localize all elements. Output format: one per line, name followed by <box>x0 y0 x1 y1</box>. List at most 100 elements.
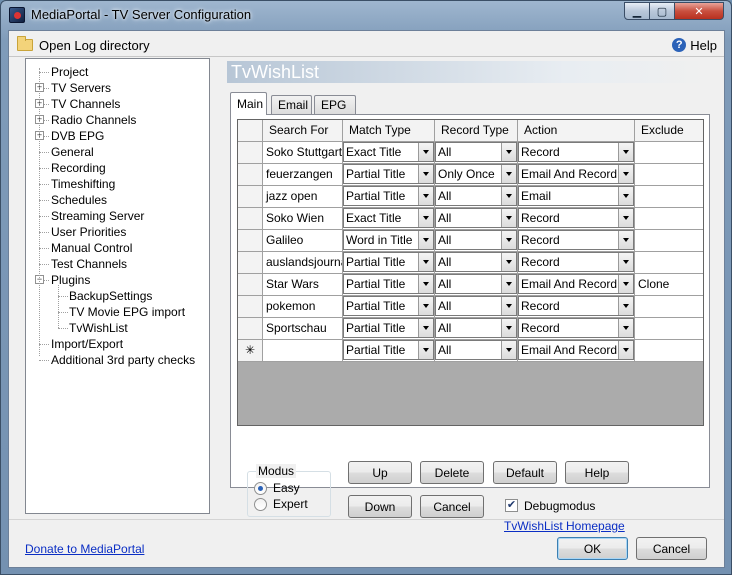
action-combo[interactable]: Record <box>518 252 634 272</box>
table-cell-match-type[interactable]: Partial Title <box>343 274 435 296</box>
chevron-down-icon[interactable] <box>418 165 433 183</box>
help-button[interactable]: Help <box>565 461 629 484</box>
record-type-combo[interactable]: All <box>435 230 517 250</box>
table-cell-exclude[interactable] <box>635 208 703 230</box>
new-row-exclude[interactable] <box>635 340 703 362</box>
action-combo[interactable]: Email And Record <box>518 340 634 360</box>
chevron-down-icon[interactable] <box>418 253 433 271</box>
action-combo[interactable]: Record <box>518 230 634 250</box>
table-cell-search-for[interactable]: Soko Stuttgart <box>263 142 343 164</box>
chevron-down-icon[interactable] <box>501 275 516 293</box>
table-cell-match-type[interactable]: Partial Title <box>343 296 435 318</box>
table-cell-record-type[interactable]: All <box>435 186 518 208</box>
table-cell-action[interactable]: Record <box>518 208 635 230</box>
table-cell-exclude[interactable] <box>635 318 703 340</box>
column-header-record-type[interactable]: Record Type <box>435 120 518 142</box>
table-cell-exclude[interactable] <box>635 296 703 318</box>
table-cell-search-for[interactable]: pokemon <box>263 296 343 318</box>
chevron-down-icon[interactable] <box>418 275 433 293</box>
row-header[interactable] <box>238 208 263 230</box>
row-header[interactable] <box>238 186 263 208</box>
debugmodus-checkbox[interactable]: ✔ <box>505 499 518 512</box>
row-header[interactable] <box>238 318 263 340</box>
default-button[interactable]: Default <box>493 461 557 484</box>
chevron-down-icon[interactable] <box>418 231 433 249</box>
down-button[interactable]: Down <box>348 495 412 518</box>
row-header[interactable] <box>238 296 263 318</box>
table-cell-record-type[interactable]: All <box>435 252 518 274</box>
table-cell-search-for[interactable]: Sportschau <box>263 318 343 340</box>
action-combo[interactable]: Record <box>518 296 634 316</box>
table-cell-search-for[interactable]: Galileo <box>263 230 343 252</box>
record-type-combo[interactable]: All <box>435 186 517 206</box>
new-row-action[interactable]: Email And Record <box>518 340 635 362</box>
column-header-match-type[interactable]: Match Type <box>343 120 435 142</box>
new-row-match-type[interactable]: Partial Title <box>343 340 435 362</box>
table-cell-action[interactable]: Record <box>518 296 635 318</box>
table-cell-exclude[interactable] <box>635 230 703 252</box>
expert-radio[interactable] <box>254 498 267 511</box>
table-cell-search-for[interactable]: Soko Wien <box>263 208 343 230</box>
table-cell-record-type[interactable]: All <box>435 230 518 252</box>
table-cell-record-type[interactable]: All <box>435 296 518 318</box>
chevron-down-icon[interactable] <box>618 231 633 249</box>
match-type-combo[interactable]: Partial Title <box>343 186 434 206</box>
match-type-combo[interactable]: Exact Title <box>343 208 434 228</box>
match-type-combo[interactable]: Partial Title <box>343 296 434 316</box>
navigation-tree[interactable]: Project TV Servers + TV Channels + Radio Chan… <box>25 58 210 514</box>
action-combo[interactable]: Email And Record <box>518 164 634 184</box>
table-cell-search-for[interactable]: Star Wars <box>263 274 343 296</box>
table-cell-match-type[interactable]: Partial Title <box>343 252 435 274</box>
table-cell-match-type[interactable]: Word in Title <box>343 230 435 252</box>
table-cell-action[interactable]: Record <box>518 142 635 164</box>
record-type-combo[interactable]: Only Once <box>435 164 517 184</box>
match-type-combo[interactable]: Exact Title <box>343 142 434 162</box>
table-cell-search-for[interactable]: jazz open <box>263 186 343 208</box>
row-header[interactable] <box>238 230 263 252</box>
minimize-button[interactable]: ▁ <box>624 2 650 20</box>
row-header[interactable] <box>238 252 263 274</box>
new-row-search-for[interactable] <box>263 340 343 362</box>
table-cell-exclude[interactable] <box>635 252 703 274</box>
easy-radio[interactable] <box>254 482 267 495</box>
record-type-combo[interactable]: All <box>435 340 517 360</box>
open-log-button[interactable]: Open Log directory <box>17 35 150 55</box>
chevron-down-icon[interactable] <box>418 319 433 337</box>
chevron-down-icon[interactable] <box>501 341 516 359</box>
column-header-exclude[interactable]: Exclude <box>635 120 703 142</box>
chevron-down-icon[interactable] <box>618 319 633 337</box>
table-cell-action[interactable]: Record <box>518 252 635 274</box>
table-cell-search-for[interactable]: auslandsjournal <box>263 252 343 274</box>
chevron-down-icon[interactable] <box>618 209 633 227</box>
table-cell-action[interactable]: Record <box>518 318 635 340</box>
table-cell-match-type[interactable]: Partial Title <box>343 186 435 208</box>
table-cell-action[interactable]: Record <box>518 230 635 252</box>
table-cell-record-type[interactable]: All <box>435 142 518 164</box>
match-type-combo[interactable]: Partial Title <box>343 274 434 294</box>
chevron-down-icon[interactable] <box>501 165 516 183</box>
table-cell-match-type[interactable]: Exact Title <box>343 142 435 164</box>
table-cell-record-type[interactable]: All <box>435 208 518 230</box>
record-type-combo[interactable]: All <box>435 208 517 228</box>
wishlist-grid[interactable]: Search For Match Type Record Type Action Exc… <box>237 119 704 426</box>
chevron-down-icon[interactable] <box>618 253 633 271</box>
record-type-combo[interactable]: All <box>435 274 517 294</box>
tab-email[interactable]: Email <box>271 95 312 114</box>
row-header[interactable] <box>238 164 263 186</box>
new-row-marker[interactable]: ✳ <box>238 340 263 362</box>
table-cell-action[interactable]: Email And Record <box>518 274 635 296</box>
chevron-down-icon[interactable] <box>418 187 433 205</box>
table-cell-record-type[interactable]: All <box>435 318 518 340</box>
table-cell-match-type[interactable]: Partial Title <box>343 164 435 186</box>
title-bar[interactable]: MediaPortal - TV Server Configuration ▁ … <box>1 1 731 29</box>
row-header[interactable] <box>238 274 263 296</box>
match-type-combo[interactable]: Partial Title <box>343 340 434 360</box>
match-type-combo[interactable]: Partial Title <box>343 164 434 184</box>
match-type-combo[interactable]: Partial Title <box>343 318 434 338</box>
table-cell-exclude[interactable] <box>635 186 703 208</box>
column-header-action[interactable]: Action <box>518 120 635 142</box>
delete-button[interactable]: Delete <box>420 461 484 484</box>
chevron-down-icon[interactable] <box>501 231 516 249</box>
maximize-button[interactable]: ▢ <box>649 2 675 20</box>
ok-button[interactable]: OK <box>557 537 628 560</box>
